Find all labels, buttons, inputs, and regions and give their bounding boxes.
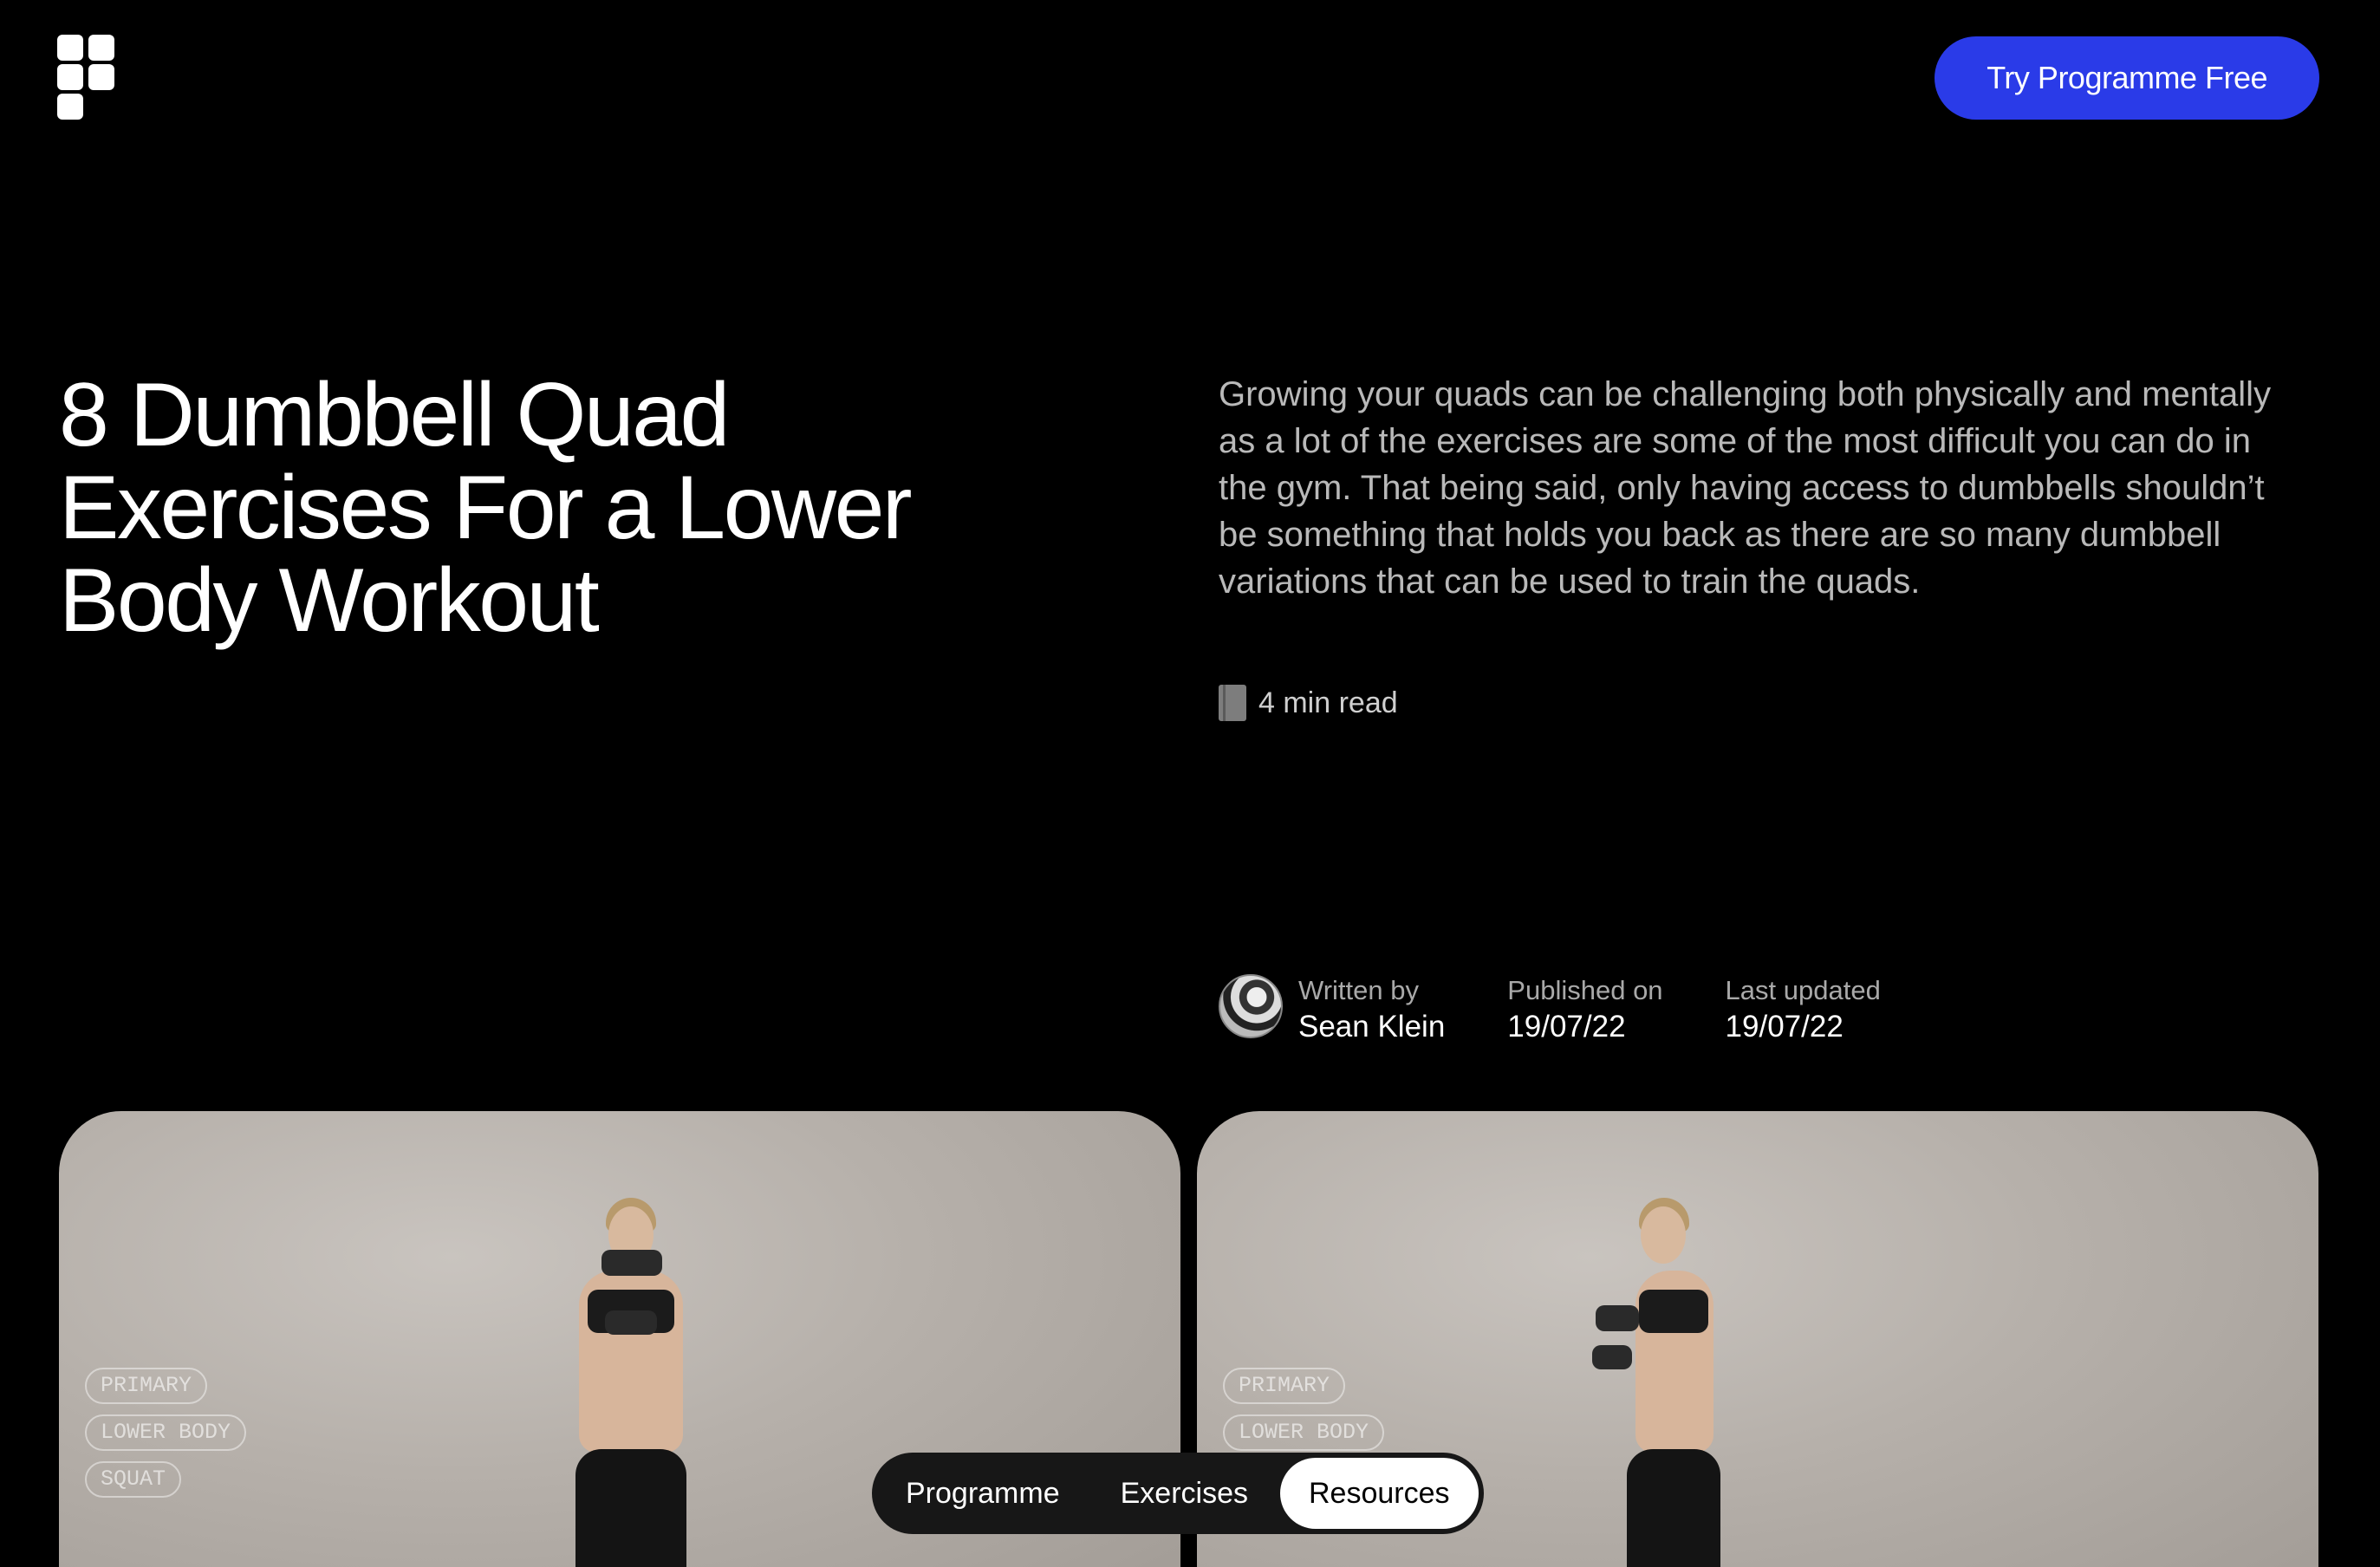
article-intro: Growing your quads can be challenging bo… [1219,375,2272,601]
exercise-image [1578,1198,1752,1567]
published-date: 19/07/22 [1507,1010,1626,1044]
read-time: 4 min read [1219,685,1398,721]
try-programme-button[interactable]: Try Programme Free [1935,36,2319,120]
app-logo-icon[interactable] [57,35,114,121]
article-title: 8 Dumbbell Quad Exercises For a Lower Bo… [59,369,1082,647]
tag-badge: PRIMARY [85,1368,208,1404]
tag-badge: PRIMARY [1223,1368,1346,1404]
updated-label: Last updated [1725,975,1881,1005]
updated-date: 19/07/22 [1725,1010,1844,1044]
book-icon [1219,685,1246,721]
title-line: Exercises For a Lower [59,458,913,558]
page: Try Programme Free 8 Dumbbell Quad Exerc… [0,0,2380,1567]
author-avatar [1219,974,1283,1038]
nav-exercises[interactable]: Exercises [1092,1458,1277,1529]
author-name[interactable]: Sean Klein [1298,1007,1445,1047]
author-info: Written by Sean Klein [1298,974,1445,1047]
updated-info: Last updated 19/07/22 [1726,974,1881,1047]
published-info: Published on 19/07/22 [1507,974,1662,1047]
tag-badge: SQUAT [85,1461,182,1498]
tag-badge: LOWER BODY [1223,1414,1385,1451]
exercise-image [544,1198,718,1567]
bottom-nav: Programme Exercises Resources [872,1453,1484,1534]
published-label: Published on [1507,975,1663,1005]
nav-resources[interactable]: Resources [1279,1458,1479,1529]
article-meta: Written by Sean Klein Published on 19/07… [1219,974,1943,1047]
title-line: 8 Dumbbell Quad [59,365,730,465]
read-time-label: 4 min read [1258,686,1398,719]
nav-programme[interactable]: Programme [877,1458,1089,1529]
exercise-tags: PRIMARY LOWER BODY SQUAT [85,1368,247,1498]
title-line: Body Workout [59,550,600,651]
exercise-tags: PRIMARY LOWER BODY [1223,1368,1385,1451]
tag-badge: LOWER BODY [85,1414,247,1451]
author-label: Written by [1298,975,1419,1005]
